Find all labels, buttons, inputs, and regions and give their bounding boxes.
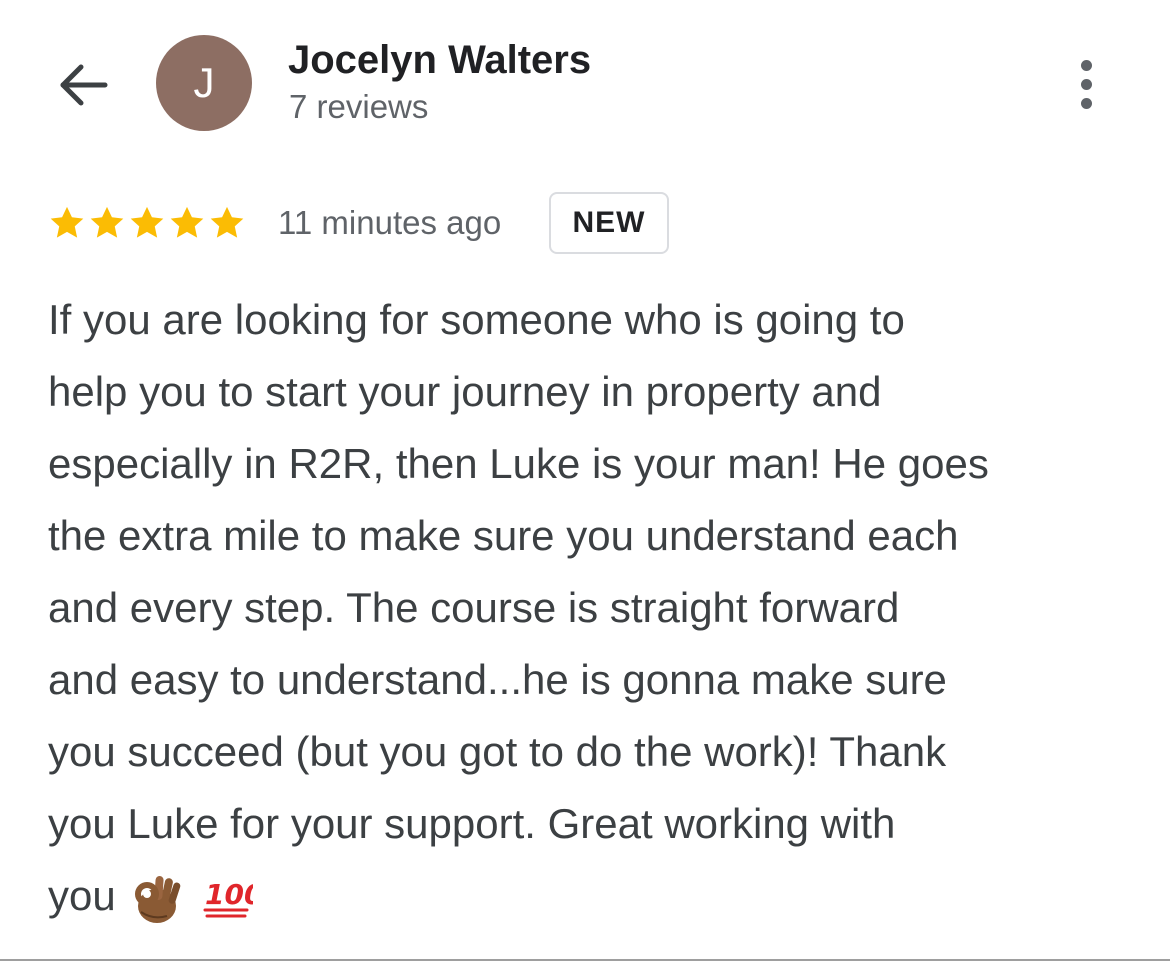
review-detail-page: J Jocelyn Walters 7 reviews 11 minutes a…	[0, 0, 1170, 961]
back-button[interactable]	[50, 52, 116, 118]
review-text-line: especially in R2R, then Luke is your man…	[48, 440, 989, 487]
more-vertical-icon-dot	[1080, 97, 1092, 109]
star-icon	[130, 206, 164, 238]
review-text-line: you Luke for your support. Great working…	[48, 800, 896, 847]
avatar-initial: J	[193, 59, 215, 106]
ok-hand-emoji	[135, 875, 181, 923]
author-name[interactable]: Jocelyn Walters	[288, 38, 591, 83]
star-icon	[50, 206, 84, 238]
star-icon	[210, 206, 244, 238]
star-rating	[48, 204, 246, 242]
review-timestamp: 11 minutes ago	[278, 204, 502, 241]
review-text-line: If you are looking for someone who is go…	[48, 296, 905, 343]
more-vertical-icon-dot	[1080, 78, 1092, 90]
review-text-line: and easy to understand...he is gonna mak…	[48, 656, 947, 703]
svg-text:100: 100	[205, 878, 253, 911]
star-icon	[90, 206, 124, 238]
review-text-line: the extra mile to make sure you understa…	[48, 512, 959, 559]
more-options-button[interactable]	[1062, 52, 1110, 116]
review-count: 7 reviews	[289, 88, 429, 125]
more-vertical-icon	[1080, 59, 1092, 71]
review-text-line: you succeed (but you got to do the work)…	[48, 728, 947, 775]
star-icon	[170, 206, 204, 238]
review-text-line: help you to start your journey in proper…	[48, 368, 882, 415]
avatar[interactable]: J	[156, 35, 252, 131]
review-text-line: and every step. The course is straight f…	[48, 584, 900, 631]
review-text-last-line: you 100	[48, 860, 1138, 932]
hundred-points-emoji: 100	[203, 878, 253, 918]
new-badge: NEW	[549, 192, 669, 254]
review-text-line: you	[48, 872, 116, 919]
review-text: If you are looking for someone who is go…	[48, 284, 1138, 932]
arrow-left-icon	[60, 64, 108, 106]
